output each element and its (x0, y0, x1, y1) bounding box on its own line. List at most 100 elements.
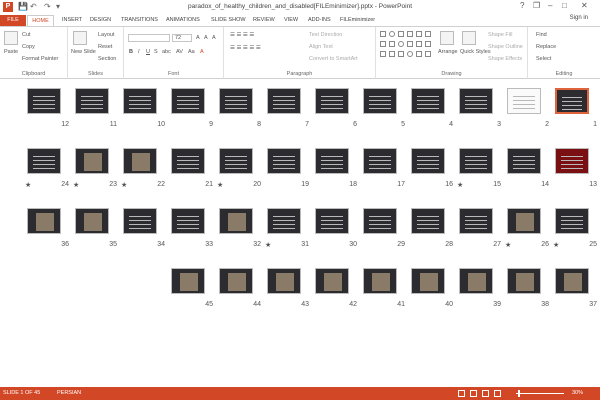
ribbon-display-icon[interactable]: ❐ (533, 1, 540, 10)
animation-star-icon[interactable]: ★ (265, 241, 271, 249)
tab-file[interactable]: FILE (0, 15, 26, 26)
maximize-button[interactable]: □ (562, 1, 567, 10)
slide-thumbnail[interactable] (507, 88, 541, 114)
animation-star-icon[interactable]: ★ (553, 241, 559, 249)
tab-add-ins[interactable]: ADD-INS (308, 15, 331, 26)
animation-star-icon[interactable]: ★ (217, 181, 223, 189)
slide-thumbnail[interactable] (171, 148, 205, 174)
slide-thumbnail[interactable] (459, 88, 493, 114)
slide-thumbnail[interactable] (315, 208, 349, 234)
cut-button[interactable]: Cut (22, 32, 31, 38)
change-case-button[interactable]: Aa (188, 49, 195, 55)
new-slide-button[interactable]: New Slide (71, 49, 96, 55)
layout-button[interactable]: Layout (98, 32, 115, 38)
tab-review[interactable]: REVIEW (253, 15, 275, 26)
slide-thumbnail[interactable] (315, 88, 349, 114)
zoom-level[interactable]: 30% (572, 390, 583, 396)
zoom-slider[interactable] (516, 393, 564, 394)
slide-thumbnail[interactable] (555, 268, 589, 294)
slide-thumbnail[interactable] (267, 148, 301, 174)
slide-thumbnail[interactable] (27, 208, 61, 234)
slide-thumbnail[interactable] (363, 268, 397, 294)
slide-thumbnail[interactable] (171, 208, 205, 234)
slide-thumbnail[interactable] (171, 88, 205, 114)
shape-fill-button[interactable]: Shape Fill (488, 32, 512, 38)
arrange-button[interactable]: Arrange (438, 49, 458, 55)
tab-home[interactable]: HOME (27, 15, 54, 26)
slide-thumbnail[interactable] (123, 208, 157, 234)
slide-thumbnail[interactable] (315, 148, 349, 174)
zoom-slider-thumb[interactable] (518, 390, 521, 397)
help-icon[interactable]: ? (520, 1, 524, 10)
slide-thumbnail[interactable] (267, 208, 301, 234)
slide-thumbnail[interactable] (75, 208, 109, 234)
slide-thumbnail[interactable] (123, 148, 157, 174)
tab-design[interactable]: DESIGN (90, 15, 111, 26)
tab-transitions[interactable]: TRANSITIONS (121, 15, 158, 26)
slide-thumbnail[interactable] (75, 148, 109, 174)
select-button[interactable]: Select (536, 56, 551, 62)
shrink-font-button[interactable]: A (204, 35, 208, 41)
paste-button[interactable]: Paste (4, 49, 18, 55)
new-slide-icon[interactable] (73, 31, 87, 45)
slide-thumbnail[interactable] (411, 148, 445, 174)
quick-styles-icon[interactable] (462, 31, 476, 45)
slide-thumbnail[interactable] (555, 148, 589, 174)
tab-animations[interactable]: ANIMATIONS (166, 15, 200, 26)
slide-thumbnail[interactable] (411, 88, 445, 114)
tab-slide-show[interactable]: SLIDE SHOW (211, 15, 246, 26)
section-button[interactable]: Section (98, 56, 116, 62)
shape-outline-button[interactable]: Shape Outline (488, 44, 523, 50)
paste-icon[interactable] (4, 31, 18, 45)
text-shadow-button[interactable]: abc (162, 49, 171, 55)
slide-thumbnail[interactable] (507, 208, 541, 234)
slide-thumbnail[interactable] (171, 268, 205, 294)
quick-styles-button[interactable]: Quick Styles (460, 49, 491, 55)
animation-star-icon[interactable]: ★ (505, 241, 511, 249)
tab-view[interactable]: VIEW (284, 15, 298, 26)
slide-thumbnail[interactable] (363, 88, 397, 114)
minimize-button[interactable]: – (548, 1, 552, 10)
font-name-box[interactable] (128, 34, 170, 42)
slide-thumbnail[interactable] (219, 208, 253, 234)
bullets-icon[interactable]: ☰ ☰ ☰ ☰ (230, 32, 254, 38)
slide-thumbnail[interactable] (459, 268, 493, 294)
text-direction-button[interactable]: Text Direction (309, 32, 342, 38)
slide-thumbnail[interactable] (459, 208, 493, 234)
slide-thumbnail[interactable] (555, 88, 589, 114)
align-text-button[interactable]: Align Text (309, 44, 333, 50)
slide-thumbnail[interactable] (27, 88, 61, 114)
slide-thumbnail[interactable] (363, 208, 397, 234)
slide-thumbnail[interactable] (363, 148, 397, 174)
arrange-icon[interactable] (440, 31, 454, 45)
slide-thumbnail[interactable] (459, 148, 493, 174)
slide-thumbnail[interactable] (219, 148, 253, 174)
slide-thumbnail[interactable] (75, 88, 109, 114)
reset-button[interactable]: Reset (98, 44, 112, 50)
slide-thumbnail[interactable] (411, 208, 445, 234)
close-button[interactable]: ✕ (581, 1, 588, 10)
animation-star-icon[interactable]: ★ (121, 181, 127, 189)
slide-show-icon[interactable] (494, 390, 501, 397)
copy-button[interactable]: Copy (22, 44, 35, 50)
animation-star-icon[interactable]: ★ (25, 181, 31, 189)
strikethrough-button[interactable]: S (154, 49, 158, 55)
slide-thumbnail[interactable] (507, 148, 541, 174)
character-spacing-button[interactable]: AV (176, 49, 183, 55)
normal-view-icon[interactable] (458, 390, 465, 397)
slide-thumbnail[interactable] (267, 88, 301, 114)
slide-thumbnail[interactable] (219, 88, 253, 114)
find-button[interactable]: Find (536, 32, 547, 38)
bold-button[interactable]: B (129, 49, 133, 55)
shape-effects-button[interactable]: Shape Effects (488, 56, 522, 62)
underline-button[interactable]: U (146, 49, 150, 55)
tab-fileminimizer[interactable]: FILEminimizer (340, 15, 375, 26)
language-indicator[interactable]: PERSIAN (57, 390, 81, 396)
italic-button[interactable]: I (138, 49, 140, 55)
reading-view-icon[interactable] (482, 390, 489, 397)
animation-star-icon[interactable]: ★ (457, 181, 463, 189)
slide-thumbnail[interactable] (267, 268, 301, 294)
slide-sorter-icon[interactable] (470, 390, 477, 397)
font-color-button[interactable]: A (200, 49, 204, 55)
animation-star-icon[interactable]: ★ (73, 181, 79, 189)
